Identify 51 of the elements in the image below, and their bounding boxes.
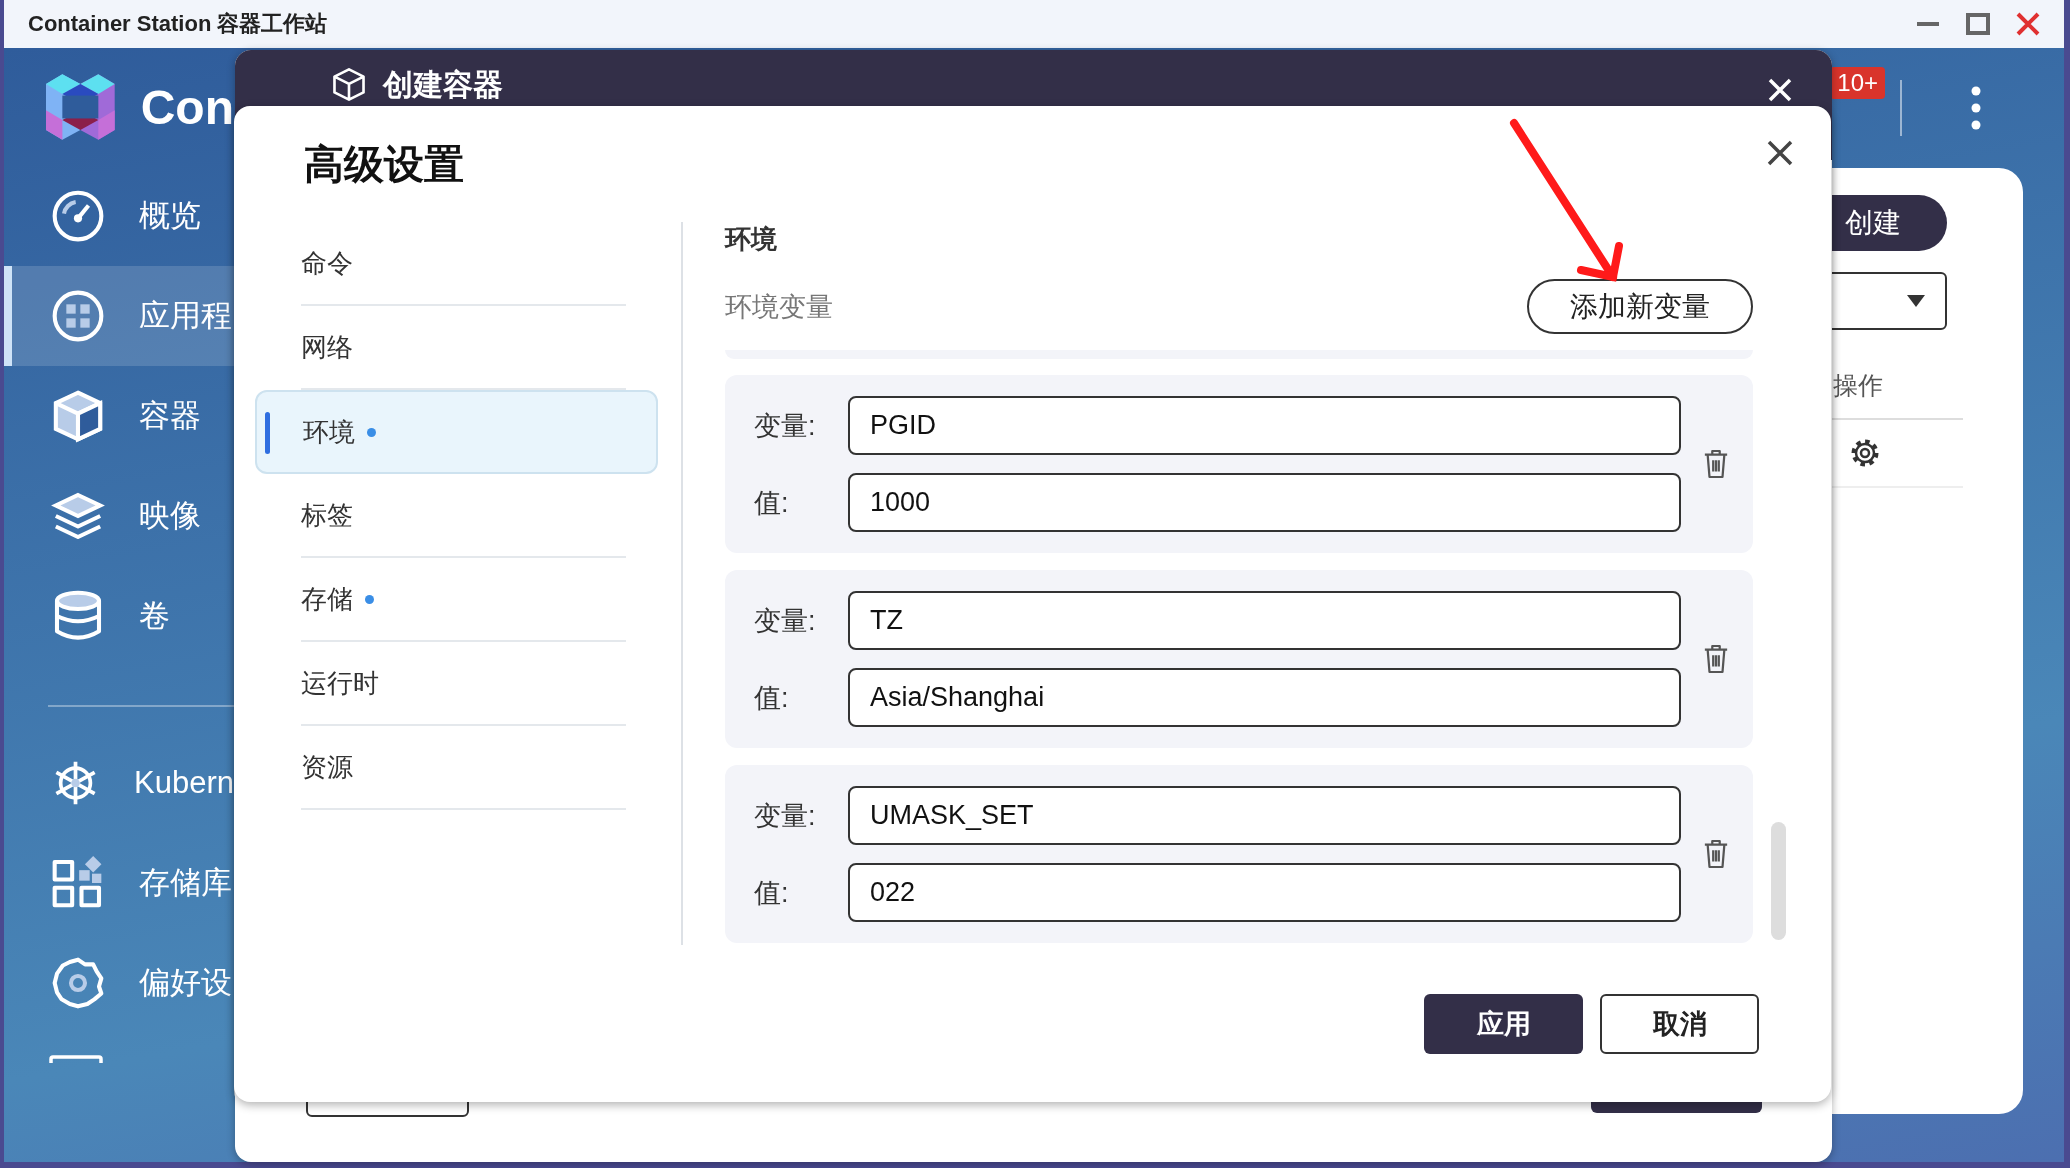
scrollbar[interactable] <box>1771 822 1786 940</box>
gauge-icon <box>50 188 106 244</box>
menu-item[interactable]: 标签 <box>301 474 626 558</box>
field-label: 值: <box>754 486 790 520</box>
caret-icon <box>1907 295 1925 307</box>
nav-item[interactable]: 卷 <box>4 566 234 666</box>
input-field[interactable]: PGID <box>848 396 1681 455</box>
grid-icon <box>50 288 106 344</box>
delete-icon[interactable] <box>1703 838 1729 870</box>
nav-item[interactable]: 应用程 <box>4 266 234 366</box>
menu-item[interactable]: 存储 <box>301 558 626 642</box>
cancel-button[interactable]: 取消 <box>1600 994 1759 1054</box>
menu-item[interactable]: 资源 <box>301 726 626 810</box>
input-field[interactable]: TZ <box>848 591 1681 650</box>
nav-item[interactable]: 映像 <box>4 466 234 566</box>
field-label: 变量: <box>754 799 817 833</box>
menu-item[interactable]: 运行时 <box>301 642 626 726</box>
settings-icon[interactable] <box>1849 437 1881 469</box>
app-name: Con <box>140 79 234 135</box>
window-title: Container Station 容器工作站 <box>28 10 328 38</box>
delete-icon[interactable] <box>1703 643 1729 675</box>
input-field[interactable]: UMASK_SET <box>848 786 1681 845</box>
column-header: 操作 <box>1833 369 1883 401</box>
section-title: 环境 <box>725 223 778 256</box>
nav-item[interactable]: Kubern <box>4 733 234 833</box>
dialog-title: 高级设置 <box>304 140 464 188</box>
nav-item[interactable]: 存储库 <box>4 833 234 933</box>
nav-item[interactable]: 概览 <box>4 166 234 266</box>
field-label: 值: <box>754 876 790 910</box>
gear-icon <box>50 955 106 1011</box>
nav-icon[interactable] <box>48 1055 104 1063</box>
input-field[interactable]: Asia/Shanghai <box>848 668 1681 727</box>
add-variable-button[interactable]: 添加新变量 <box>1527 279 1753 334</box>
field-label: 变量: <box>754 409 817 443</box>
more-icon[interactable] <box>1971 86 1981 130</box>
field-label: 值: <box>754 681 790 715</box>
menu-item[interactable]: 环境 <box>255 390 658 474</box>
menu-item[interactable]: 命令 <box>301 222 626 306</box>
notification-badge[interactable]: 10+ <box>1830 67 1885 99</box>
close-icon[interactable] <box>1767 140 1793 166</box>
dialog-title: 创建容器 <box>383 68 503 102</box>
nav-item[interactable]: 偏好设 <box>4 933 234 1033</box>
input-field[interactable]: 022 <box>848 863 1681 922</box>
apply-button[interactable]: 应用 <box>1424 994 1583 1054</box>
subsection-title: 环境变量 <box>725 290 833 324</box>
input-field[interactable]: 1000 <box>848 473 1681 532</box>
nav-item[interactable]: 容器 <box>4 366 234 466</box>
cube-icon <box>333 68 365 101</box>
field-label: 变量: <box>754 604 817 638</box>
delete-icon[interactable] <box>1703 448 1729 480</box>
maximize-icon[interactable] <box>1966 12 1990 36</box>
